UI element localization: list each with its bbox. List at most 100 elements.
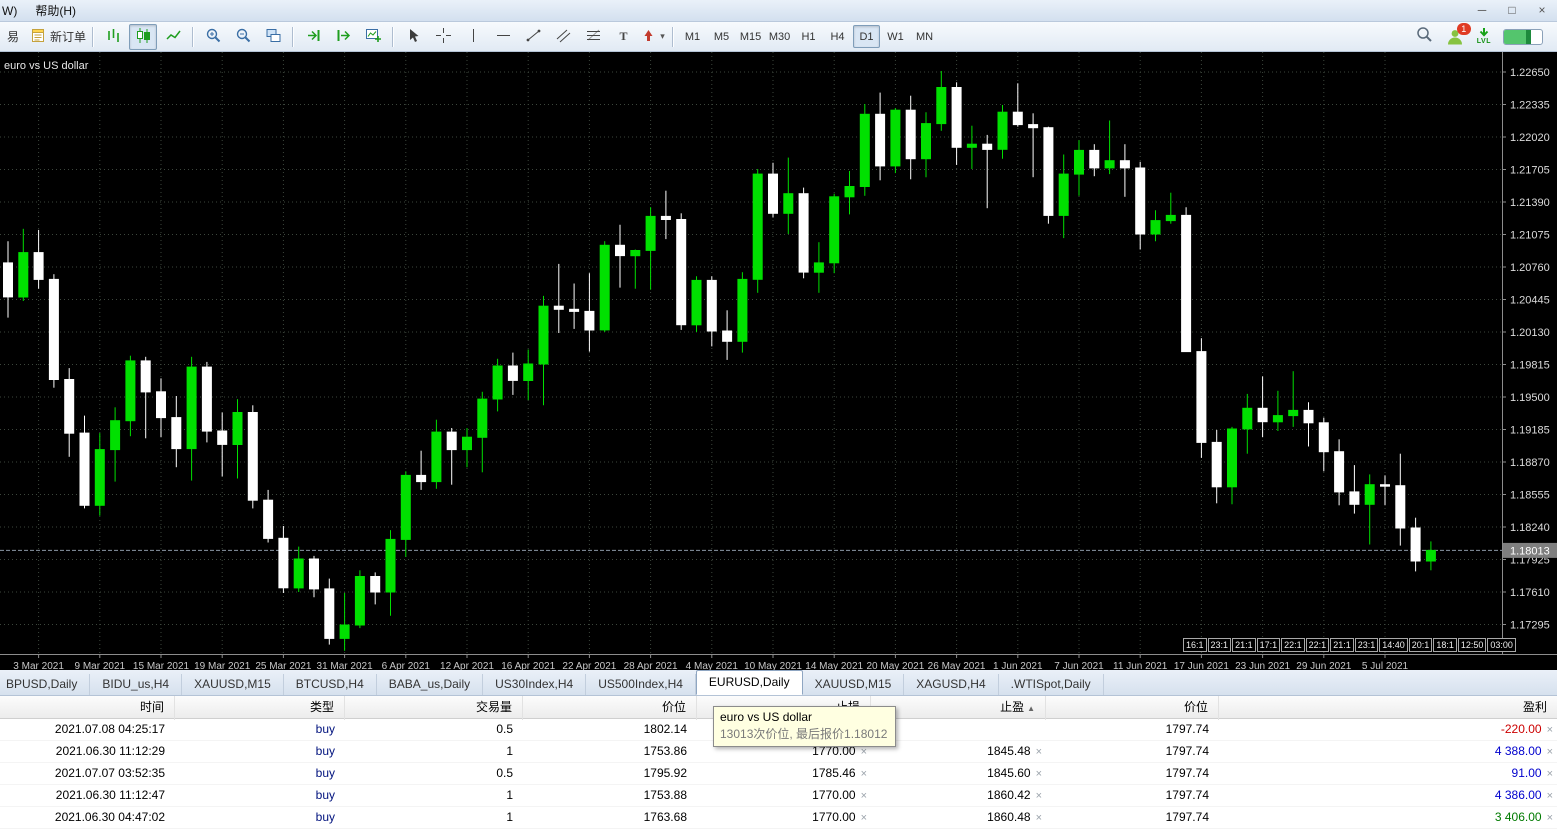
- cell-tp: [871, 719, 1046, 741]
- timeframe-button-h4[interactable]: H4: [824, 25, 851, 48]
- table-row[interactable]: 2021.06.30 04:47:02 buy 1 1763.68 1770.00 × 18…: [0, 807, 1557, 829]
- close-position-icon[interactable]: ×: [861, 812, 867, 824]
- close-position-icon[interactable]: ×: [1036, 768, 1042, 780]
- candle-chart-button[interactable]: [129, 23, 158, 50]
- column-header-type[interactable]: 类型: [175, 696, 345, 720]
- timeframe-button-m30[interactable]: M30: [766, 25, 793, 48]
- svg-text:6 Apr 2021: 6 Apr 2021: [382, 661, 431, 670]
- svg-text:1.18240: 1.18240: [1510, 522, 1550, 534]
- column-header-tp[interactable]: 止盈 ▲: [871, 696, 1046, 720]
- chart-tab-baba-us-daily[interactable]: BABA_us,Daily: [377, 674, 484, 695]
- timeframe-button-d1[interactable]: D1: [853, 25, 881, 48]
- close-position-icon[interactable]: ×: [1036, 790, 1042, 802]
- cell-tp: 1845.60 ×: [871, 763, 1046, 785]
- cell-time: 2021.07.08 04:25:17: [54, 722, 165, 736]
- tile-windows-button[interactable]: [259, 24, 287, 50]
- zoom-out-button[interactable]: [229, 24, 257, 50]
- cell-profit: 4 386.00 ×: [1219, 785, 1557, 807]
- bar-chart-button[interactable]: [99, 24, 127, 50]
- cell-volume: 1: [506, 788, 513, 802]
- trendline-button[interactable]: [519, 24, 547, 50]
- chart-tab-bidu-us-h4[interactable]: BIDU_us,H4: [90, 674, 183, 695]
- column-header-profit[interactable]: 盈利: [1219, 696, 1557, 720]
- auto-scroll-button[interactable]: [299, 24, 327, 50]
- column-header-volume[interactable]: 交易量: [345, 696, 523, 720]
- close-position-icon[interactable]: ×: [861, 790, 867, 802]
- text-label-button[interactable]: T: [609, 24, 637, 50]
- channel-button[interactable]: [549, 24, 577, 50]
- minimize-button[interactable]: ─: [1467, 0, 1497, 21]
- cursor-button[interactable]: [399, 24, 427, 50]
- chart-tab-us500index-h4[interactable]: US500Index,H4: [586, 674, 696, 695]
- cell-price: 1802.14: [643, 722, 687, 736]
- cell-tp-value: 1860.42: [987, 788, 1031, 802]
- new-order-button[interactable]: 新订单: [29, 24, 87, 50]
- timeframe-button-h1[interactable]: H1: [795, 25, 822, 48]
- zoom-in-icon: [205, 27, 222, 47]
- chart-tab-xagusd-h4[interactable]: XAGUSD,H4: [904, 674, 999, 695]
- line-chart-button[interactable]: [159, 24, 187, 50]
- close-position-icon[interactable]: ×: [1547, 746, 1553, 758]
- cell-time: 2021.06.30 11:12:29: [55, 744, 165, 758]
- crosshair-button[interactable]: [429, 24, 457, 50]
- timeframe-button-w1[interactable]: W1: [882, 25, 909, 48]
- close-position-icon[interactable]: ×: [861, 768, 867, 780]
- chart-tab-us30index-h4[interactable]: US30Index,H4: [483, 674, 587, 695]
- menu-item-window-partial[interactable]: W): [0, 0, 26, 22]
- profile-button[interactable]: 1: [1445, 22, 1471, 47]
- horizontal-line-button[interactable]: [489, 24, 517, 50]
- indicators-button[interactable]: [359, 24, 387, 50]
- svg-text:1.21390: 1.21390: [1510, 197, 1550, 209]
- toolbar-trade-partial-button[interactable]: 易: [0, 24, 27, 50]
- svg-text:11 Jun 2021: 11 Jun 2021: [1113, 661, 1168, 670]
- close-position-icon[interactable]: ×: [1547, 790, 1553, 802]
- timeframe-button-m5[interactable]: M5: [708, 25, 735, 48]
- chart-shift-button[interactable]: [329, 24, 357, 50]
- svg-text:1.19815: 1.19815: [1510, 360, 1550, 372]
- lvl-indicator[interactable]: LVL: [1477, 27, 1491, 46]
- vertical-line-icon: [465, 27, 482, 47]
- fibonacci-button[interactable]: [579, 24, 607, 50]
- time-marker-box: 21:1: [1330, 638, 1354, 652]
- toolbar-separator: [292, 26, 295, 47]
- close-position-icon[interactable]: ×: [1036, 812, 1042, 824]
- chart-tab-xauusd-m15[interactable]: XAUUSD,M15: [182, 674, 284, 695]
- timeframe-button-mn[interactable]: MN: [911, 25, 938, 48]
- vertical-line-button[interactable]: [459, 24, 487, 50]
- column-header-price2[interactable]: 价位: [1046, 696, 1219, 720]
- close-position-icon[interactable]: ×: [1547, 724, 1553, 736]
- timeframe-button-m1[interactable]: M1: [679, 25, 706, 48]
- svg-text:10 May 2021: 10 May 2021: [744, 661, 802, 670]
- notification-badge: 1: [1456, 22, 1471, 35]
- chart-tab-bpusd-daily[interactable]: BPUSD,Daily: [0, 674, 91, 695]
- close-position-icon[interactable]: ×: [1036, 746, 1042, 758]
- close-position-icon[interactable]: ×: [861, 746, 867, 758]
- menu-bar: W) 帮助(H) ─ □ ×: [0, 0, 1557, 22]
- close-position-icon[interactable]: ×: [1547, 768, 1553, 780]
- restore-button[interactable]: □: [1497, 0, 1527, 21]
- timeframe-button-m15[interactable]: M15: [737, 25, 764, 48]
- candle-chart-icon: [135, 27, 152, 47]
- svg-text:1.20445: 1.20445: [1510, 295, 1550, 307]
- tile-windows-icon: [265, 27, 282, 47]
- table-row[interactable]: 2021.06.30 11:12:47 buy 1 1753.88 1770.00 × 18…: [0, 785, 1557, 807]
- close-position-icon[interactable]: ×: [1547, 812, 1553, 824]
- column-header-price[interactable]: 价位: [523, 696, 697, 720]
- svg-text:15 Mar 2021: 15 Mar 2021: [133, 661, 190, 670]
- chart-tab-btcusd-h4[interactable]: BTCUSD,H4: [284, 674, 377, 695]
- svg-text:1.18555: 1.18555: [1510, 490, 1550, 502]
- menu-item-help[interactable]: 帮助(H): [26, 0, 85, 22]
- chart-tab-xauusd-m15[interactable]: XAUUSD,M15: [803, 674, 905, 695]
- search-button[interactable]: [1415, 25, 1433, 48]
- cell-type: buy: [315, 788, 335, 802]
- column-header-time[interactable]: 时间: [0, 696, 175, 720]
- arrow-symbols-button[interactable]: ▾: [639, 24, 667, 50]
- svg-text:1.22020: 1.22020: [1510, 132, 1550, 144]
- price-chart[interactable]: 1.22650 1.22335 1.22020 1.21705 1.21390 1.210…: [0, 52, 1557, 672]
- chart-tab-eurusd-daily[interactable]: EURUSD,Daily: [695, 670, 803, 695]
- zoom-in-button[interactable]: [199, 24, 227, 50]
- table-row[interactable]: 2021.07.07 03:52:35 buy 0.5 1795.92 1785.46 ×…: [0, 763, 1557, 785]
- close-button[interactable]: ×: [1527, 0, 1557, 21]
- chart-tab--wtispot-daily[interactable]: .WTISpot,Daily: [999, 674, 1104, 695]
- svg-text:1.17295: 1.17295: [1510, 620, 1550, 632]
